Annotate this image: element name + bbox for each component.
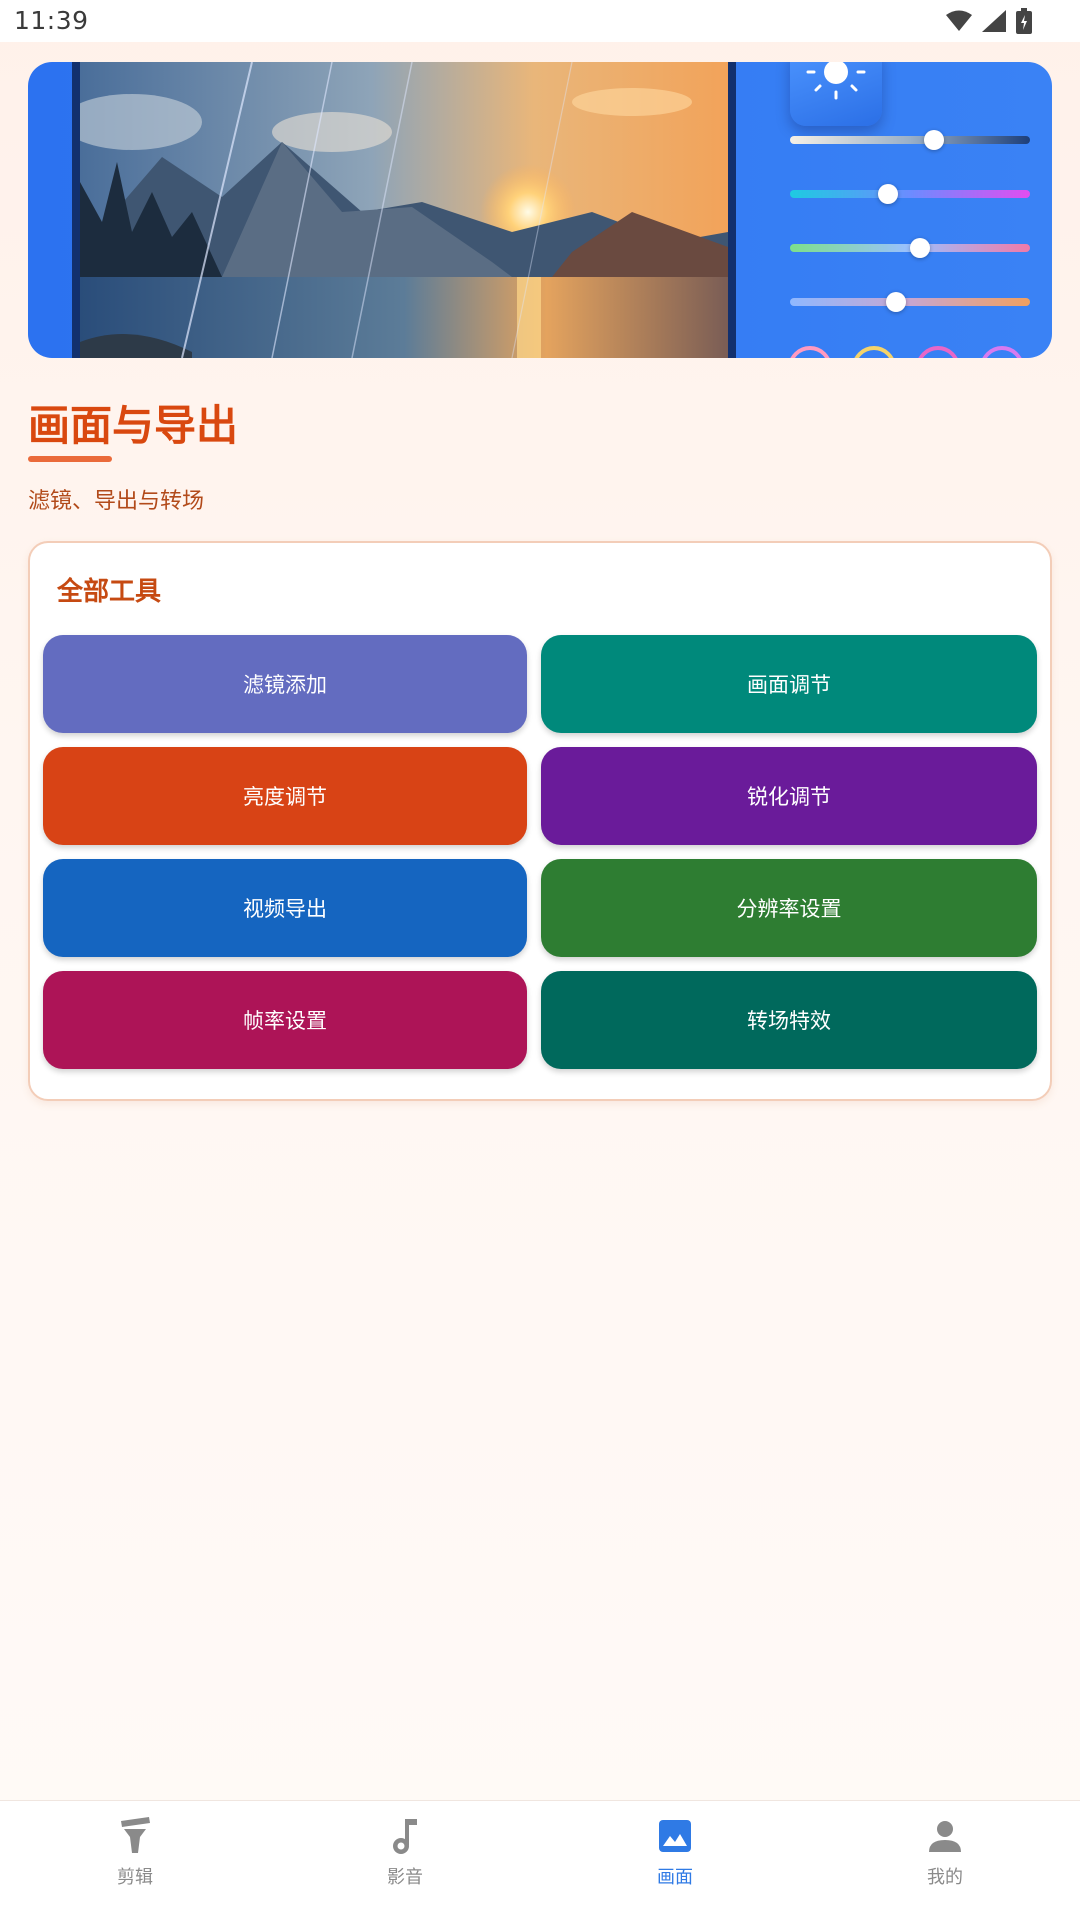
brightness-slider <box>790 130 1030 150</box>
nav-label: 剪辑 <box>117 1867 153 1888</box>
battery-icon <box>1016 8 1032 34</box>
tool-label: 画面调节 <box>747 673 831 697</box>
color-ring <box>852 346 896 358</box>
slider-knob <box>885 292 906 312</box>
color-ring <box>916 346 960 358</box>
saturation-slider <box>790 238 1030 258</box>
wifi-icon <box>946 10 972 31</box>
tool-label: 视频导出 <box>243 897 327 921</box>
frame-rate-settings-button[interactable]: 帧率设置 <box>43 971 527 1069</box>
sun-icon <box>790 62 882 126</box>
status-bar: 11:39 <box>0 0 1080 42</box>
color-ring <box>980 346 1024 358</box>
nav-item-edit[interactable]: 剪辑 <box>0 1801 270 1920</box>
title-underline <box>28 456 112 462</box>
clapperboard-icon <box>116 1817 154 1855</box>
bottom-nav: 剪辑 影音 画面 我的 <box>0 1800 1080 1920</box>
nav-item-media[interactable]: 影音 <box>270 1801 540 1920</box>
nav-label: 画面 <box>657 1867 693 1888</box>
color-ring <box>788 346 832 358</box>
nav-label: 影音 <box>387 1867 423 1888</box>
tool-label: 转场特效 <box>747 1009 831 1033</box>
slider-knob <box>878 184 899 204</box>
slider-knob <box>924 130 944 150</box>
page-subtitle: 滤镜、导出与转场 <box>28 489 205 514</box>
filter-add-button[interactable]: 滤镜添加 <box>43 635 527 733</box>
tool-label: 锐化调节 <box>747 785 831 809</box>
nav-label: 我的 <box>927 1867 963 1888</box>
all-tools-card: 全部工具 滤镜添加 画面调节 亮度调节 锐化调节 视频导出 分辨率设置 帧率设置… <box>28 541 1052 1101</box>
signal-icon <box>982 10 1006 32</box>
transition-effects-button[interactable]: 转场特效 <box>541 971 1037 1069</box>
status-time: 11:39 <box>14 6 89 35</box>
nav-item-profile[interactable]: 我的 <box>810 1801 1080 1920</box>
sharpen-adjust-button[interactable]: 锐化调节 <box>541 747 1037 845</box>
image-icon <box>656 1817 694 1855</box>
tool-label: 滤镜添加 <box>243 673 327 697</box>
tool-label: 帧率设置 <box>243 1009 327 1033</box>
card-title: 全部工具 <box>57 577 162 607</box>
hero-banner <box>28 62 1052 358</box>
temperature-slider <box>790 292 1030 312</box>
slider-knob <box>909 238 930 258</box>
brightness-adjust-button[interactable]: 亮度调节 <box>43 747 527 845</box>
mountain-lake-sunset-photo <box>72 62 736 358</box>
resolution-settings-button[interactable]: 分辨率设置 <box>541 859 1037 957</box>
adjustment-panel-art <box>748 62 1052 358</box>
picture-adjust-button[interactable]: 画面调节 <box>541 635 1037 733</box>
page-title: 画面与导出 <box>28 401 239 450</box>
nav-item-picture[interactable]: 画面 <box>540 1801 810 1920</box>
person-icon <box>926 1817 964 1855</box>
tool-label: 亮度调节 <box>243 785 327 809</box>
music-note-icon <box>386 1817 424 1855</box>
status-icons <box>946 7 1032 35</box>
hue-slider <box>790 184 1030 204</box>
tool-label: 分辨率设置 <box>736 897 842 921</box>
video-export-button[interactable]: 视频导出 <box>43 859 527 957</box>
